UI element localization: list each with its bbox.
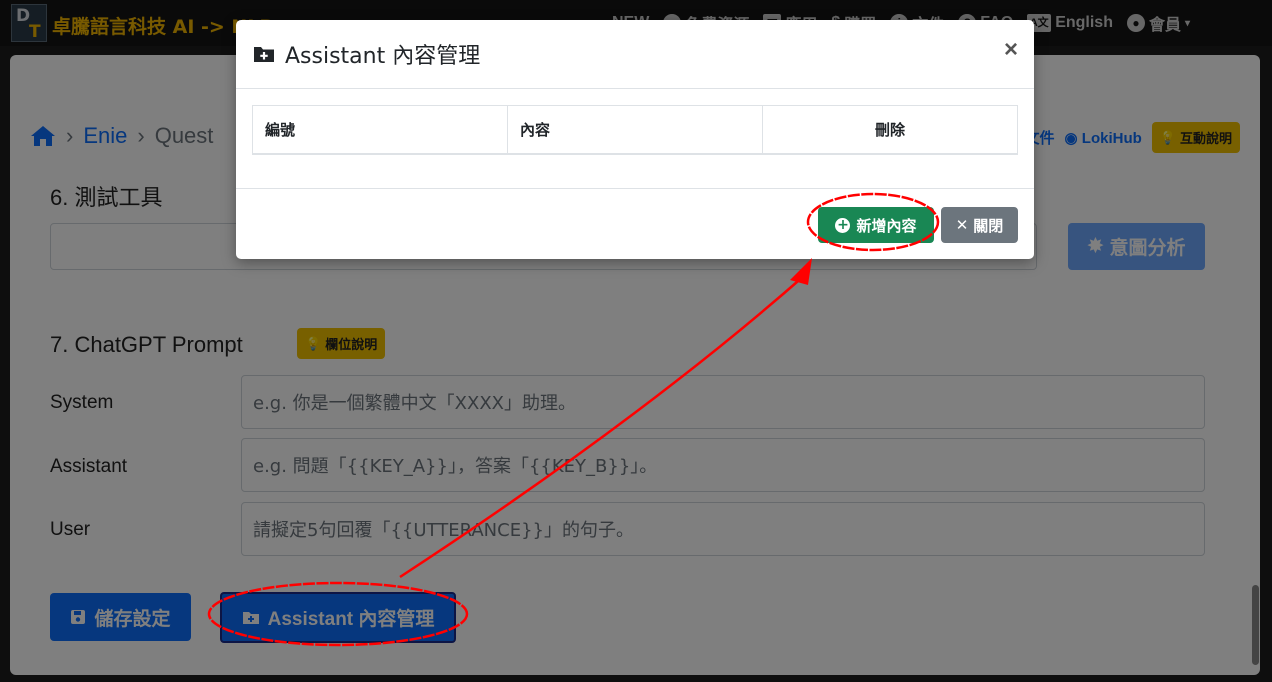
annotation-highlight-add-button bbox=[806, 192, 940, 252]
annotation-arrow-line bbox=[399, 274, 806, 579]
annotation-overlay bbox=[207, 192, 940, 647]
annotation-highlight-assistant-button bbox=[207, 581, 469, 647]
annotation-arrow-head bbox=[790, 258, 812, 285]
